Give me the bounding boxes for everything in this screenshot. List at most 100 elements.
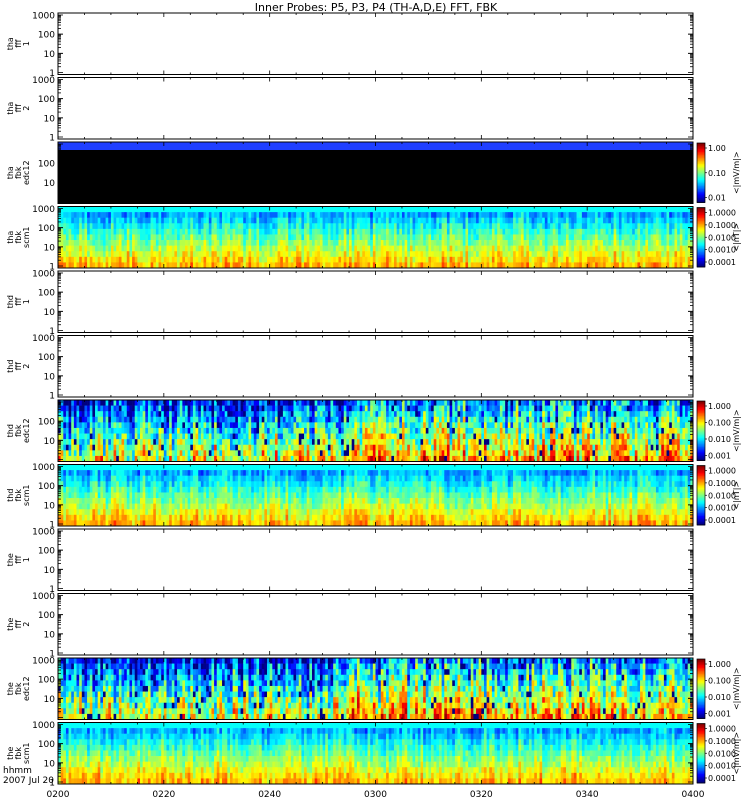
- panel-thd_fbk_edc12-cell: [256, 444, 260, 451]
- panel-tha_fbk_scm1-cell: [629, 234, 633, 241]
- panel-tha_fbk_scm1-cell: [409, 217, 413, 224]
- panel-thd_fbk_edc12-cell: [185, 439, 188, 446]
- panel-thd_fbk_edc12-cell: [298, 405, 302, 412]
- panel-tha_fbk_scm1-cell: [558, 245, 562, 252]
- panel-tha_fbk_scm1-cell: [375, 206, 379, 213]
- panel-tha_fbk_scm1-cell: [423, 206, 427, 213]
- panel-tha_fbk_scm1-cell: [428, 240, 432, 246]
- panel-tha_fbk_scm1-cell: [605, 223, 609, 230]
- panel-tha_fbk_scm1-cell: [420, 245, 424, 252]
- panel-tha_fbk_scm1-cell: [539, 262, 543, 269]
- panel-thd_fbk_edc12-cell: [274, 450, 278, 457]
- panel-tha_fbk_scm1-cell: [563, 212, 567, 218]
- panel-tha_fbk_scm1-cell: [388, 256, 392, 263]
- panel-tha_fbk_scm1-cell: [126, 240, 130, 246]
- panel-thd_fbk_edc12-cell: [359, 433, 363, 440]
- panel-tha_fbk_scm1-cell: [76, 228, 80, 235]
- panel-thd_fbk_edc12-cell: [97, 450, 101, 457]
- panel-tha_fbk_scm1-cell: [383, 234, 387, 241]
- panel-thd_fbk_edc12-cell: [420, 444, 424, 451]
- panel-tha_fbk_scm1-cell: [121, 234, 125, 241]
- panel-thd_fbk_edc12-cell: [198, 427, 202, 434]
- panel-tha_fbk_scm1-cell: [169, 234, 173, 241]
- panel-tha_fbk_scm1-cell: [200, 256, 204, 263]
- panel-tha_fbk_scm1-cell: [237, 234, 241, 241]
- panel-tha_fbk_scm1-cell: [243, 228, 247, 235]
- panel-tha_fbk_scm1-cell: [478, 228, 482, 235]
- panel-tha_fbk_scm1-cell: [666, 217, 670, 224]
- panel-tha_fbk_scm1-cell: [227, 223, 231, 230]
- panel-tha_fbk_scm1-cell: [401, 228, 405, 235]
- panel-tha_fbk_scm1-cell: [192, 251, 196, 258]
- panel-thd_fbk_edc12-cell: [312, 455, 315, 462]
- panel-thd_fbk_edc12-cell: [253, 444, 257, 451]
- panel-tha_fbk_scm1-cell: [150, 206, 154, 213]
- panel-tha_fbk_scm1-cell: [433, 245, 437, 252]
- panel-tha_fbk_edc12-background: [58, 142, 693, 204]
- panel-thd_fbk_edc12-cell: [391, 405, 395, 412]
- panel-tha_fbk_scm1-cell: [579, 245, 583, 252]
- panel-tha_fbk_scm1-cell: [536, 223, 540, 230]
- panel-thd_fbk_edc12-cell: [174, 411, 178, 418]
- panel-thd_fbk_edc12-cell: [87, 422, 91, 429]
- panel-thd_fbk_edc12-cell: [224, 422, 228, 429]
- panel-tha_fbk_scm1-cell: [147, 212, 151, 218]
- panel-tha_fbk_scm1-cell: [685, 234, 689, 241]
- panel-tha_fbk_scm1-cell: [63, 212, 67, 218]
- panel-thd_fbk_edc12-cell: [60, 422, 64, 429]
- panel-tha_fbk_scm1-cell: [552, 217, 556, 224]
- panel-tha_fbk_scm1-cell: [87, 245, 91, 252]
- panel-thd_fbk_edc12-cell: [108, 439, 112, 446]
- panel-thd_fbk_edc12-cell: [232, 455, 236, 462]
- panel-tha_fbk_scm1-cell: [235, 240, 239, 246]
- panel-tha_fbk_scm1-cell: [364, 217, 368, 224]
- panel-thd_fbk_edc12-cell: [65, 411, 69, 418]
- panel-tha_fbk_scm1-cell: [605, 262, 609, 269]
- panel-thd_fbk_edc12-cell: [129, 444, 133, 451]
- panel-thd_fbk_edc12-cell: [409, 405, 413, 412]
- panel-tha_fbk_scm1-cell: [462, 256, 466, 263]
- panel-tha_fbk_scm1-cell: [417, 245, 421, 252]
- panel-thd_fbk_edc12-cell: [333, 405, 337, 412]
- panel-tha_fbk_scm1-cell: [592, 240, 596, 246]
- panel-thd_fbk_edc12-cell: [174, 455, 178, 462]
- panel-thd_fbk_edc12-cell: [145, 416, 149, 423]
- panel-tha_fbk_scm1-cell: [679, 240, 683, 246]
- panel-tha_fbk_scm1-cell: [71, 223, 75, 230]
- panel-thd_fbk_edc12-cell: [367, 416, 371, 423]
- panel-tha_fbk_scm1-cell: [169, 217, 173, 224]
- panel-tha_fbk_scm1-cell: [547, 245, 551, 252]
- panel-tha_fbk_scm1-cell: [216, 217, 220, 224]
- panel-tha_fbk_scm1-cell: [626, 251, 630, 258]
- panel-tha_fbk_scm1-cell: [100, 234, 104, 241]
- panel-tha_fbk_scm1-cell: [264, 234, 268, 241]
- panel-thd_fbk_edc12-cell: [396, 455, 400, 462]
- panel-tha_fbk_scm1-cell: [169, 262, 173, 269]
- panel-thd_fbk_edc12-cell: [412, 411, 416, 418]
- panel-tha_fbk_scm1-cell: [608, 212, 612, 218]
- panel-tha_fbk_scm1-cell: [515, 212, 519, 218]
- panel-tha_fbk_scm1-cell: [272, 245, 276, 252]
- panel-tha_fbk_scm1-cell: [378, 206, 382, 213]
- panel-thd_fbk_edc12-cell: [158, 405, 162, 412]
- panel-tha_fbk_scm1-cell: [412, 234, 416, 241]
- panel-tha_fbk_scm1-cell: [491, 251, 495, 258]
- panel-tha_fbk_scm1-cell: [584, 228, 588, 235]
- panel-thd_fbk_edc12-cell: [309, 405, 313, 412]
- panel-thd_fbk_edc12-cell: [118, 444, 122, 451]
- panel-tha_fbk_scm1-cell: [364, 240, 368, 246]
- panel-thd_fbk_edc12-cell: [71, 405, 75, 412]
- panel-tha_fbk_scm1-cell: [81, 251, 85, 258]
- panel-thd_fbk_edc12-cell: [100, 450, 104, 457]
- panel-tha_fbk_scm1-cell: [505, 223, 509, 230]
- panel-thd_fbk_edc12-cell: [327, 455, 331, 462]
- panel-thd_fbk_edc12-cell: [198, 455, 202, 462]
- panel-tha_fbk_scm1-cell: [589, 228, 593, 235]
- panel-tha_fbk_scm1-cell: [237, 206, 241, 213]
- panel-thd_fbk_edc12-cell: [309, 444, 313, 451]
- panel-thd_fbk_edc12-cell: [417, 427, 421, 434]
- panel-tha_fbk_scm1-cell: [629, 251, 633, 258]
- panel-thd_fbk_edc12-cell: [177, 422, 181, 429]
- panel-tha_fbk_scm1-cell: [544, 245, 548, 252]
- panel-thd_fbk_edc12-cell: [195, 427, 199, 434]
